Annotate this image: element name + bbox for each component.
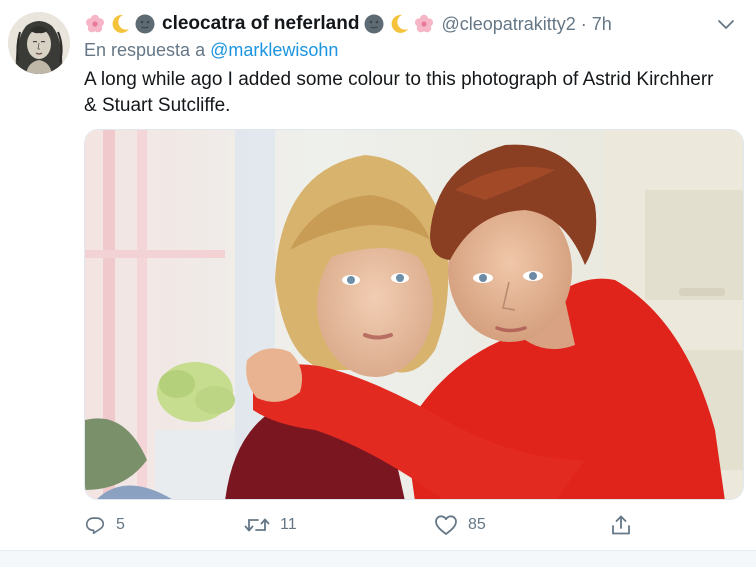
- tweet-header: cleocatra of neferland @cleopatrakitty2 …: [84, 10, 612, 38]
- share-button[interactable]: [610, 510, 632, 540]
- reply-icon: [85, 517, 105, 535]
- avatar[interactable]: [8, 12, 70, 74]
- like-count: 85: [468, 516, 486, 533]
- reply-count: 5: [116, 516, 125, 533]
- like-button[interactable]: 85: [434, 510, 486, 540]
- reply-button[interactable]: 5: [84, 510, 125, 540]
- cherry-blossom-icon: [415, 14, 434, 33]
- chevron-down-icon[interactable]: [716, 14, 736, 34]
- new-moon-face-icon: [364, 14, 384, 34]
- header-separator: ·: [580, 13, 587, 34]
- display-name[interactable]: cleocatra of neferland: [162, 13, 359, 35]
- tweet-photo[interactable]: [84, 129, 744, 500]
- share-icon: [612, 515, 630, 535]
- retweet-icon: [244, 518, 270, 532]
- photo-image: [85, 130, 743, 499]
- avatar-illustration: [8, 12, 70, 74]
- crescent-moon-icon: [112, 14, 129, 33]
- name-emojis-right: [363, 13, 435, 35]
- reply-prefix: En respuesta a: [84, 40, 206, 60]
- retweet-count: 11: [280, 516, 297, 533]
- reply-context: En respuesta a @marklewisohn: [84, 40, 338, 61]
- tweet-timestamp[interactable]: 7h: [592, 14, 612, 35]
- tweet-text: A long while ago I added some colour to …: [84, 69, 714, 116]
- next-tweet-divider: [0, 550, 756, 567]
- new-moon-face-icon: [135, 14, 155, 34]
- tweet-actions: 5 11 85: [84, 510, 644, 540]
- user-handle[interactable]: @cleopatrakitty2: [441, 14, 575, 35]
- tweet[interactable]: cleocatra of neferland @cleopatrakitty2 …: [0, 0, 756, 567]
- heart-icon: [435, 515, 457, 535]
- cherry-blossom-icon: [86, 14, 104, 33]
- name-emojis-left: [84, 13, 156, 35]
- retweet-button[interactable]: 11: [244, 510, 297, 540]
- crescent-moon-icon: [392, 14, 409, 33]
- reply-mention-link[interactable]: @marklewisohn: [210, 40, 338, 60]
